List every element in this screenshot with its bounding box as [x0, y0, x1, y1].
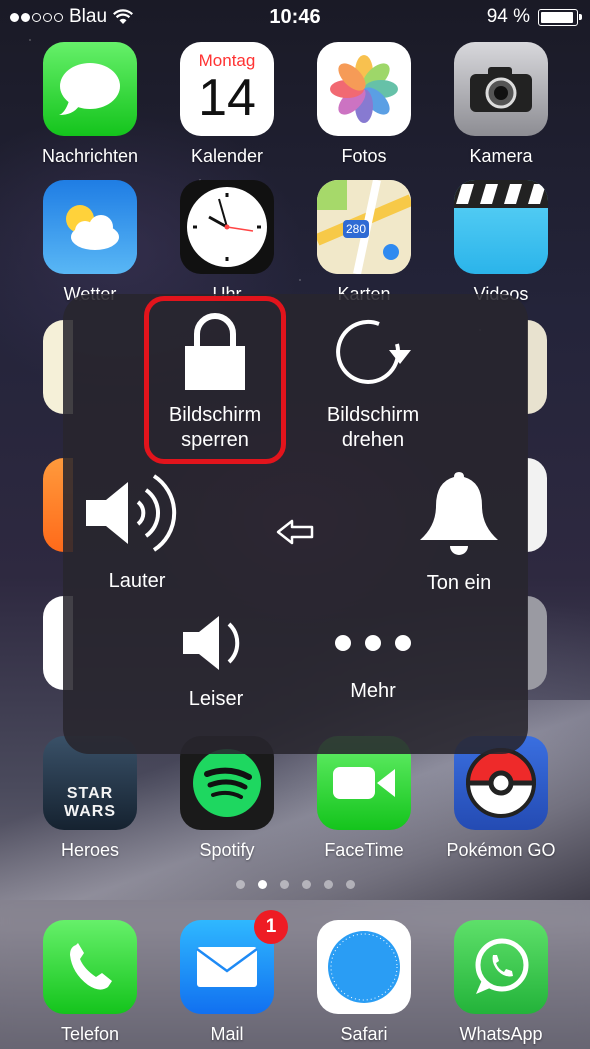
camera-icon — [454, 42, 548, 136]
app-heroes[interactable]: STAR WARS Heroes — [30, 736, 150, 861]
maps-icon: 280 — [317, 180, 411, 274]
rotate-icon — [336, 320, 411, 384]
page-dot-active — [257, 880, 267, 889]
app-kalender[interactable]: Montag 14 Kalender — [167, 42, 287, 167]
calendar-icon: Montag 14 — [180, 42, 274, 136]
app-label: Kalender — [190, 146, 264, 166]
app-uhr[interactable]: Uhr — [167, 180, 287, 305]
volume-down-button[interactable]: Leiser — [136, 610, 296, 712]
app-label: Spotify — [199, 840, 255, 860]
app-videos[interactable]: Videos — [441, 180, 561, 305]
bell-icon — [420, 472, 498, 555]
rotate-screen-button[interactable]: Bildschirm drehen — [293, 314, 453, 453]
rotate-screen-label: Bildschirm drehen — [326, 404, 420, 451]
volume-up-icon — [86, 474, 177, 552]
app-wetter[interactable]: Wetter — [30, 180, 150, 305]
app-label: Kamera — [469, 146, 533, 166]
svg-text:280: 280 — [346, 222, 366, 236]
calendar-day: 14 — [198, 69, 256, 127]
page-dot — [345, 880, 355, 889]
battery-percent: 94 % — [486, 6, 530, 27]
highlight-box — [144, 296, 286, 464]
app-kamera[interactable]: Kamera — [441, 42, 561, 167]
more-label: Mehr — [350, 680, 396, 702]
app-label: Mail — [210, 1024, 244, 1044]
dock: Telefon 1 Mail Safari WhatsApp — [0, 900, 590, 1049]
sound-on-button[interactable]: Ton ein — [379, 468, 539, 596]
app-karten[interactable]: 280 Karten — [304, 180, 424, 305]
more-button[interactable]: Mehr — [293, 618, 453, 704]
settings-icon — [527, 596, 547, 690]
app-label: Pokémon GO — [446, 840, 556, 860]
app-telefon[interactable]: Telefon — [30, 920, 150, 1045]
battery-icon — [538, 8, 582, 26]
weather-icon — [43, 180, 137, 274]
page-dot — [279, 880, 289, 889]
app-label: Telefon — [60, 1024, 120, 1044]
back-arrow-icon[interactable] — [276, 518, 316, 546]
app-mail[interactable]: 1 Mail — [167, 910, 288, 1045]
star-wars-logo: STAR WARS — [64, 785, 116, 820]
app-label: FaceTime — [324, 840, 404, 860]
app-label: Fotos — [341, 146, 387, 166]
app-label: WhatsApp — [459, 1024, 543, 1044]
messages-icon — [43, 42, 137, 136]
volume-up-label: Lauter — [108, 570, 166, 592]
volume-up-button[interactable]: Lauter — [57, 468, 217, 594]
app-label: Safari — [340, 1024, 388, 1044]
notification-badge: 1 — [254, 910, 288, 944]
clock-icon — [180, 180, 274, 274]
app-safari[interactable]: Safari — [304, 920, 424, 1045]
app-whatsapp[interactable]: WhatsApp — [441, 920, 561, 1045]
reminders-icon — [527, 320, 547, 414]
page-dot — [301, 880, 311, 889]
app-fotos[interactable]: Fotos — [304, 42, 424, 167]
calendar-weekday: Montag — [198, 51, 256, 70]
app-pokemon-go[interactable]: Pokémon GO — [441, 736, 561, 861]
page-dot — [323, 880, 333, 889]
sound-on-label: Ton ein — [426, 572, 492, 594]
app-spotify[interactable]: Spotify — [167, 736, 287, 861]
status-bar: Blau 10:46 94 % — [0, 0, 590, 34]
app-label: Heroes — [60, 840, 120, 860]
app-label: Nachrichten — [41, 146, 139, 166]
safari-icon — [317, 920, 411, 1014]
photos-icon — [317, 42, 411, 136]
videos-icon — [454, 180, 548, 274]
volume-down-label: Leiser — [188, 688, 244, 710]
more-dots-icon — [335, 635, 411, 651]
volume-down-icon — [183, 616, 240, 670]
app-facetime[interactable]: FaceTime — [304, 736, 424, 861]
whatsapp-icon — [454, 920, 548, 1014]
page-dot — [235, 880, 245, 889]
phone-icon — [43, 920, 137, 1014]
app-nachrichten[interactable]: Nachrichten — [30, 42, 150, 167]
page-indicator[interactable] — [0, 880, 590, 889]
